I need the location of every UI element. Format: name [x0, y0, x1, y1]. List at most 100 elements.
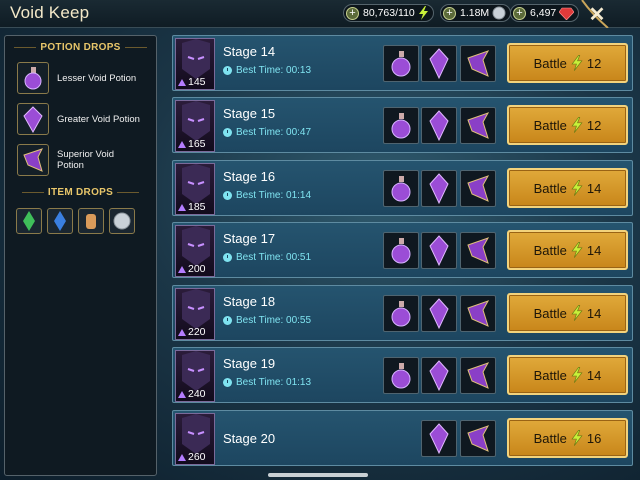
level-triangle-icon	[178, 79, 186, 86]
level-triangle-icon	[178, 454, 186, 461]
battle-button[interactable]: Battle 12	[507, 43, 628, 83]
battle-label: Battle	[533, 305, 567, 321]
greater-void-potion-icon[interactable]	[421, 107, 457, 144]
blue-shard-icon[interactable]	[47, 208, 73, 234]
battle-cost: 12	[586, 55, 602, 71]
lesser-void-potion-icon[interactable]	[383, 45, 419, 82]
greater-void-potion-icon[interactable]	[421, 170, 457, 207]
gems-resource[interactable]: + 6,497	[510, 4, 580, 22]
lesser-void-potion-icon[interactable]	[383, 170, 419, 207]
stage-row[interactable]: 260 Stage 20 Battle 16	[172, 410, 633, 466]
page-title: Void Keep	[10, 3, 90, 22]
boss-level: 145	[188, 76, 206, 88]
superior-void-potion-icon[interactable]	[460, 45, 496, 82]
energy-resource[interactable]: + 80,763/110	[343, 4, 434, 22]
add-energy-button[interactable]: +	[346, 6, 359, 20]
close-button[interactable]: ✕	[583, 1, 611, 27]
battle-label: Battle	[533, 430, 567, 446]
stage-row[interactable]: 200 Stage 17 Best Time: 00:51 Battle 14	[172, 222, 633, 278]
energy-bolt-icon	[571, 367, 583, 383]
lesser-void-potion-icon[interactable]	[383, 357, 419, 394]
stage-row[interactable]: 240 Stage 19 Best Time: 01:13 Battle 14	[172, 347, 633, 403]
potion-drop-greater[interactable]: Greater Void Potion	[17, 102, 152, 136]
battle-label: Battle	[533, 367, 567, 383]
top-bar: Void Keep + 80,763/110 + 1.18M + 6,497 ✕	[0, 0, 640, 28]
superior-void-potion-icon[interactable]	[460, 232, 496, 269]
stage-name: Stage 20	[223, 431, 276, 446]
boss-portrait: 185	[175, 163, 215, 215]
add-silver-button[interactable]: +	[443, 6, 456, 20]
greater-void-potion-icon	[17, 103, 49, 135]
lesser-void-potion-icon[interactable]	[383, 232, 419, 269]
battle-label: Battle	[533, 55, 567, 71]
best-time-value: 00:47	[286, 127, 312, 138]
battle-button[interactable]: Battle 14	[507, 355, 628, 395]
silver-resource[interactable]: + 1.18M	[440, 4, 512, 22]
item-drops-title: ITEM DROPS	[5, 187, 156, 198]
battle-label: Battle	[533, 180, 567, 196]
greater-void-potion-icon[interactable]	[421, 45, 457, 82]
stage-row[interactable]: 165 Stage 15 Best Time: 00:47 Battle 12	[172, 97, 633, 153]
greater-void-potion-icon[interactable]	[421, 232, 457, 269]
battle-button[interactable]: Battle 16	[507, 418, 628, 458]
best-time: Best Time: 00:51	[223, 252, 311, 263]
superior-void-potion-icon[interactable]	[460, 420, 496, 457]
potion-drop-superior[interactable]: Superior Void Potion	[17, 143, 152, 177]
silver-coin-item-icon[interactable]	[109, 208, 135, 234]
xp-brew-icon[interactable]	[78, 208, 104, 234]
add-gems-button[interactable]: +	[513, 6, 526, 20]
superior-void-potion-icon[interactable]	[460, 107, 496, 144]
lesser-void-potion-icon[interactable]	[383, 295, 419, 332]
boss-level: 240	[188, 388, 206, 400]
boss-level: 220	[188, 326, 206, 338]
battle-button[interactable]: Battle 12	[507, 105, 628, 145]
superior-void-potion-icon[interactable]	[460, 357, 496, 394]
best-time-value: 01:13	[286, 377, 312, 388]
clock-icon	[223, 253, 232, 262]
greater-void-potion-icon[interactable]	[421, 357, 457, 394]
boss-portrait: 165	[175, 100, 215, 152]
boss-portrait: 145	[175, 38, 215, 90]
boss-level: 260	[188, 451, 206, 463]
boss-portrait: 240	[175, 350, 215, 402]
level-triangle-icon	[178, 266, 186, 273]
green-shard-icon[interactable]	[16, 208, 42, 234]
battle-cost: 12	[586, 117, 602, 133]
boss-portrait: 220	[175, 288, 215, 340]
level-triangle-icon	[178, 329, 186, 336]
potion-drop-lesser[interactable]: Lesser Void Potion	[17, 61, 152, 95]
stage-name: Stage 15	[223, 106, 276, 121]
potion-name: Lesser Void Potion	[57, 72, 137, 84]
greater-void-potion-icon[interactable]	[421, 420, 457, 457]
lesser-void-potion-icon[interactable]	[383, 107, 419, 144]
lesser-void-potion-icon	[17, 62, 49, 94]
boss-level: 200	[188, 263, 206, 275]
stage-name: Stage 18	[223, 294, 276, 309]
best-time-label: Best Time:	[236, 127, 284, 138]
scroll-indicator[interactable]	[268, 473, 368, 477]
battle-cost: 14	[586, 367, 602, 383]
best-time: Best Time: 01:14	[223, 190, 311, 201]
best-time-label: Best Time:	[236, 315, 284, 326]
best-time-value: 01:14	[286, 190, 312, 201]
best-time-value: 00:13	[286, 65, 312, 76]
battle-button[interactable]: Battle 14	[507, 168, 628, 208]
battle-cost: 14	[586, 305, 602, 321]
item-drops-list	[16, 208, 135, 234]
stage-row[interactable]: 145 Stage 14 Best Time: 00:13 Battle 12	[172, 35, 633, 91]
battle-button[interactable]: Battle 14	[507, 293, 628, 333]
battle-button[interactable]: Battle 14	[507, 230, 628, 270]
boss-level: 165	[188, 138, 206, 150]
energy-bolt-icon	[418, 6, 428, 20]
gems-value: 6,497	[530, 7, 557, 19]
boss-portrait: 200	[175, 225, 215, 277]
battle-cost: 16	[586, 430, 602, 446]
stage-row[interactable]: 185 Stage 16 Best Time: 01:14 Battle 14	[172, 160, 633, 216]
drops-panel: POTION DROPS Lesser Void Potion Greater …	[4, 35, 157, 476]
greater-void-potion-icon[interactable]	[421, 295, 457, 332]
stage-row[interactable]: 220 Stage 18 Best Time: 00:55 Battle 14	[172, 285, 633, 341]
superior-void-potion-icon[interactable]	[460, 295, 496, 332]
boss-portrait: 260	[175, 413, 215, 465]
superior-void-potion-icon[interactable]	[460, 170, 496, 207]
stage-name: Stage 17	[223, 231, 276, 246]
